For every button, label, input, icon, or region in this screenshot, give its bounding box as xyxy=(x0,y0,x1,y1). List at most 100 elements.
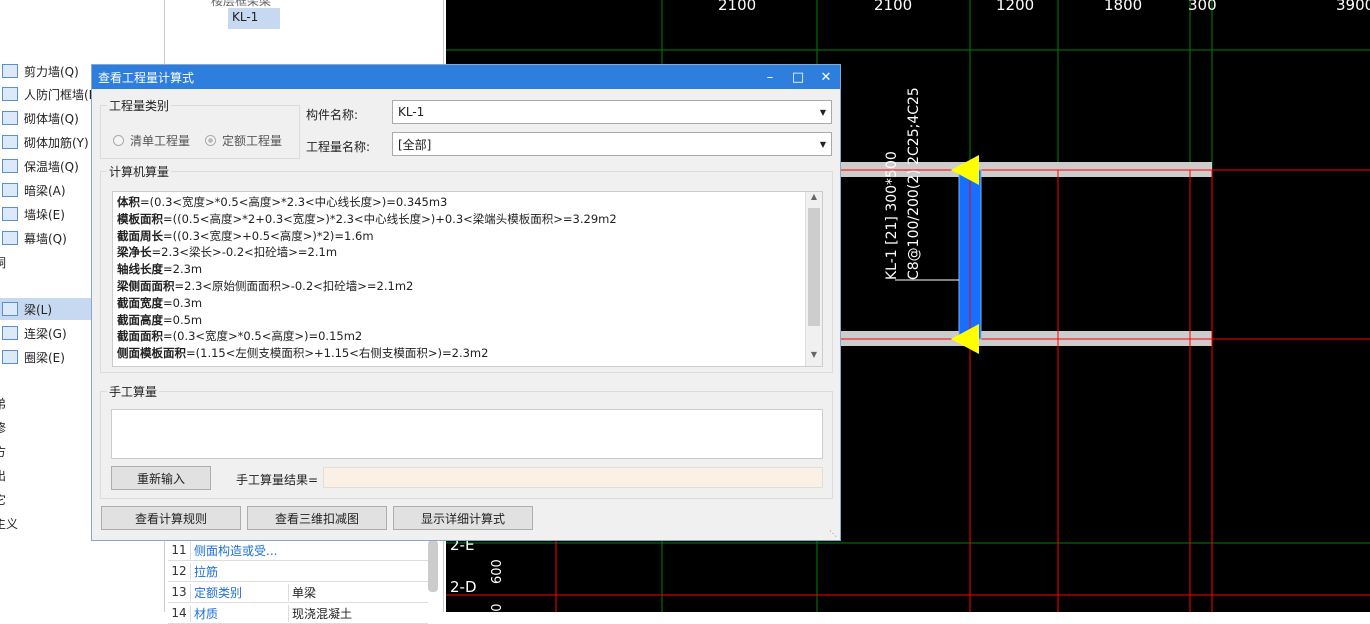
formula-key: 模板面积 xyxy=(117,211,163,226)
component-name-label: 构件名称: xyxy=(306,108,359,122)
property-row[interactable]: 14 材质 现浇混凝土 xyxy=(168,603,428,624)
nav-item-label: 梁(L) xyxy=(24,302,53,317)
nav-item-label: 方 xyxy=(0,444,7,459)
property-cell: 13 xyxy=(171,585,187,599)
property-cell: 14 xyxy=(171,606,187,620)
formula-line: 轴线长度=2.3m xyxy=(113,261,822,278)
formula-key: 截面面积 xyxy=(117,329,163,344)
coupling-beam-icon xyxy=(2,326,18,340)
shear-wall-icon xyxy=(2,64,18,78)
nav-item-label: 砌体墙(Q) xyxy=(24,111,79,126)
formula-value: =(0.3<宽度>*0.5<高度>)=0.15m2 xyxy=(163,329,363,344)
formula-value: =2.3m xyxy=(163,262,203,277)
formula-line: 侧面模板面积=(1.15<左侧支模面积>+1.15<右侧支模面积>)=2.3m2 xyxy=(113,345,822,362)
props-scrollbar[interactable] xyxy=(428,540,438,592)
radio-bill-qty[interactable]: 清单工程量 xyxy=(113,132,190,149)
formula-line: 梁侧面面积=2.3<原始侧面面积>-0.2<扣砼墙>=2.1m2 xyxy=(113,278,822,295)
formula-value: =(0.3<宽度>*0.5<高度>*2.3<中心线长度>)=0.345m3 xyxy=(140,195,448,209)
chevron-down-icon: ▼ xyxy=(819,107,827,117)
nav-item-label: 主义 xyxy=(0,516,19,531)
dialog-title: 查看工程量计算式 xyxy=(98,70,195,85)
dim-label: 1800 xyxy=(1104,0,1143,14)
formula-value: =2.3<梁长>-0.2<扣砼墙>=2.1m xyxy=(151,245,338,260)
minimize-icon[interactable]: – xyxy=(756,70,784,85)
view-3d-deduction-button[interactable]: 查看三维扣减图 xyxy=(247,506,387,530)
dim-label: 2100 xyxy=(718,0,757,14)
property-cell: 定额类别 xyxy=(190,583,288,601)
property-row[interactable]: 12 拉筋 xyxy=(168,561,428,582)
property-row[interactable]: 11 侧面构造或受... xyxy=(168,540,428,561)
resize-grip-icon[interactable]: ⋱ xyxy=(829,529,837,538)
property-cell: 单梁 xyxy=(288,583,428,601)
formula-key: 截面周长 xyxy=(117,228,163,243)
qty-name-select[interactable]: [全部] ▼ xyxy=(392,132,832,156)
dialog-titlebar[interactable]: 查看工程量计算式 – □ ✕ xyxy=(92,65,840,89)
formula-key: 轴线长度 xyxy=(117,262,163,277)
show-detail-formula-button[interactable]: 显示详细计算式 xyxy=(393,506,533,530)
dim-label: 1200 xyxy=(996,0,1035,14)
formula-textarea[interactable]: 体积=(0.3<宽度>*0.5<高度>*2.3<中心线长度>)=0.345m3 模… xyxy=(112,191,823,367)
nav-item-label: 出 xyxy=(0,468,7,483)
wall-pier-icon xyxy=(2,207,18,221)
formula-key: 梁侧面面积 xyxy=(117,278,175,293)
property-cell: 材质 xyxy=(190,604,288,622)
nav-item-label: 幕墙(Q) xyxy=(24,231,67,246)
formula-key: 体积 xyxy=(117,195,140,209)
manual-qty-legend: 手工算量 xyxy=(109,385,158,399)
dim-label: 600 xyxy=(490,559,505,584)
insulation-wall-icon xyxy=(2,159,18,173)
radio-quota-qty[interactable]: 定额工程量 xyxy=(205,132,282,149)
formula-line: 截面周长=((0.3<宽度>+0.5<高度>)*2)=1.6m xyxy=(113,228,822,245)
nav-item-label: 暗梁(A) xyxy=(24,183,66,198)
radio-label: 清单工程量 xyxy=(130,134,191,148)
beam-rebar-label: C8@100/200(2) 2C25;4C25 xyxy=(906,87,922,280)
nav-item-label: 人防门框墙(R xyxy=(24,87,98,102)
component-item-kl1[interactable]: KL-1 xyxy=(228,8,280,29)
close-icon[interactable]: ✕ xyxy=(812,70,840,85)
nav-item-label: 砌体加筋(Y) xyxy=(24,135,89,150)
qty-type-group: 工程量类别 清单工程量 定额工程量 xyxy=(100,97,300,159)
formula-line: 截面高度=0.5m xyxy=(113,312,822,329)
nav-item-label: 墙垛(E) xyxy=(24,207,65,222)
manual-qty-input[interactable] xyxy=(111,409,823,459)
formula-line: 模板面积=((0.5<高度>*2+0.3<宽度>)*2.3<中心线长度>)+0.… xyxy=(113,211,822,228)
property-cell: 12 xyxy=(171,564,187,578)
hidden-beam-icon xyxy=(2,183,18,197)
formula-line: 截面宽度=0.3m xyxy=(113,295,822,312)
dim-label: 3900 xyxy=(1336,0,1370,14)
door-frame-wall-icon xyxy=(2,87,18,101)
formula-value: =0.5m xyxy=(163,312,203,327)
manual-result-field[interactable] xyxy=(323,467,823,488)
masonry-rebar-icon xyxy=(2,135,18,149)
property-cell: 现浇混凝土 xyxy=(288,604,428,622)
formula-value: =0.3m xyxy=(163,295,203,310)
qty-type-legend: 工程量类别 xyxy=(109,99,170,113)
quantity-formula-dialog: 查看工程量计算式 – □ ✕ 工程量类别 清单工程量 定额工程量 构件名称: K… xyxy=(91,64,841,541)
dim-label: 300 xyxy=(1188,0,1217,14)
formula-value: =((0.5<高度>*2+0.3<宽度>)*2.3<中心线长度>)+0.3<梁端… xyxy=(163,211,617,226)
formula-key: 截面高度 xyxy=(117,312,163,327)
view-rules-button[interactable]: 查看计算规则 xyxy=(101,506,241,530)
property-cell: 11 xyxy=(171,543,187,557)
formula-scrollbar[interactable]: ▲ ▼ xyxy=(805,192,822,366)
ring-beam-icon xyxy=(2,350,18,364)
axis-label: 2-D xyxy=(450,578,477,596)
formula-line: 体积=(0.3<宽度>*0.5<高度>*2.3<中心线长度>)=0.345m3 xyxy=(113,194,822,211)
nav-item-label: 它 xyxy=(0,492,7,507)
component-name-select[interactable]: KL-1 ▼ xyxy=(392,100,832,124)
maximize-icon[interactable]: □ xyxy=(784,70,812,85)
property-cell: 侧面构造或受... xyxy=(190,541,288,559)
qty-name-label: 工程量名称: xyxy=(306,140,371,154)
formula-value: =2.3<原始侧面面积>-0.2<扣砼墙>=2.1m2 xyxy=(174,278,414,293)
nav-item-label: 圈梁(E) xyxy=(24,350,65,365)
nav-item-label: 剪力墙(Q) xyxy=(24,64,79,79)
computer-qty-legend: 计算机算量 xyxy=(109,165,170,179)
formula-key: 梁净长 xyxy=(117,245,152,260)
select-value: KL-1 xyxy=(398,105,425,119)
nav-item-label: 洞 xyxy=(0,255,7,270)
formula-line: 截面面积=(0.3<宽度>*0.5<高度>)=0.15m2 xyxy=(113,328,822,345)
property-cell: 拉筋 xyxy=(190,562,288,580)
property-row[interactable]: 13 定额类别 单梁 xyxy=(168,582,428,603)
reinput-button[interactable]: 重新输入 xyxy=(111,466,211,490)
formula-key: 截面宽度 xyxy=(117,295,163,310)
